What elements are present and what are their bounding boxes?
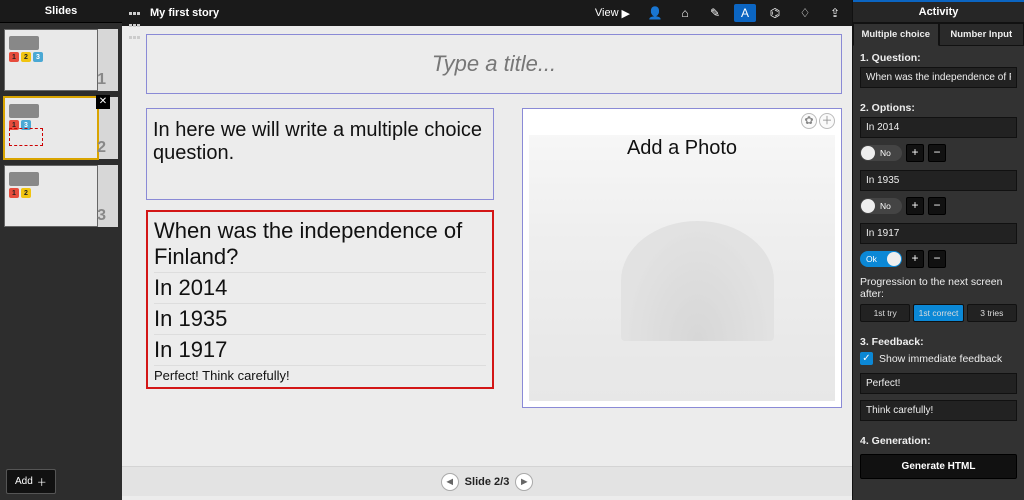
- slide-pager: ◄ Slide 2/3 ►: [122, 466, 852, 496]
- play-icon: ▶: [622, 7, 630, 20]
- tab-multiple-choice[interactable]: Multiple choice: [853, 23, 939, 46]
- feedback-negative-input[interactable]: [860, 400, 1017, 421]
- home-icon[interactable]: ⌂: [674, 6, 696, 20]
- quiz-option: In 2014: [154, 272, 486, 303]
- export-icon[interactable]: ⇪: [824, 6, 846, 20]
- close-icon[interactable]: ✕: [96, 95, 110, 109]
- photo-placeholder[interactable]: ✿ ＋ Add a Photo: [522, 108, 842, 408]
- view-button[interactable]: View ▶: [589, 5, 636, 22]
- quiz-option: In 1917: [154, 334, 486, 365]
- tab-number-input[interactable]: Number Input: [939, 23, 1024, 46]
- text-block[interactable]: In here we will write a multiple choice …: [146, 108, 494, 200]
- option-add-1[interactable]: +: [906, 144, 924, 162]
- prog-1st-try[interactable]: 1st try: [860, 304, 910, 322]
- option-add-2[interactable]: +: [906, 197, 924, 215]
- slides-header: Slides: [0, 0, 122, 23]
- slide-number: 1: [97, 71, 106, 89]
- question-label: 1. Question:: [860, 52, 1017, 64]
- slide-number: 2: [97, 139, 106, 157]
- feedback-positive-input[interactable]: [860, 373, 1017, 394]
- plus-icon: ＋: [37, 474, 47, 489]
- text-tool-icon[interactable]: A: [734, 4, 756, 22]
- quiz-feedback: Perfect! Think carefully!: [154, 365, 486, 385]
- progression-label: Progression to the next screen after:: [860, 276, 1017, 300]
- quiz-option: In 1935: [154, 303, 486, 334]
- option-toggle-3[interactable]: Ok: [860, 251, 902, 267]
- option-toggle-2[interactable]: No: [860, 198, 902, 214]
- quiz-question: When was the independence of Finland?: [154, 216, 486, 272]
- next-slide-button[interactable]: ►: [515, 473, 533, 491]
- options-label: 2. Options:: [860, 102, 1017, 114]
- generation-label: 4. Generation:: [860, 435, 1017, 447]
- generate-html-button[interactable]: Generate HTML: [860, 454, 1017, 479]
- option-remove-1[interactable]: −: [928, 144, 946, 162]
- slide-canvas: Type a title... In here we will write a …: [146, 34, 842, 408]
- slide-number: 3: [97, 207, 106, 225]
- feedback-label: 3. Feedback:: [860, 336, 1017, 348]
- option-input-2[interactable]: [860, 170, 1017, 191]
- quiz-block[interactable]: When was the independence of Finland? In…: [146, 210, 494, 389]
- photo-settings-icon[interactable]: ✿: [801, 113, 817, 129]
- slides-panel: Slides 123 1 ✕ 13 2 12 3 Add＋: [0, 0, 122, 500]
- activity-panel: Activity Multiple choice Number Input 1.…: [852, 0, 1024, 500]
- slide-thumb-2[interactable]: ✕ 13 2: [4, 97, 118, 159]
- option-remove-3[interactable]: −: [928, 250, 946, 268]
- title-input[interactable]: Type a title...: [146, 34, 842, 94]
- grid-icon[interactable]: [128, 6, 142, 20]
- prog-3-tries[interactable]: 3 tries: [967, 304, 1017, 322]
- question-input[interactable]: [860, 67, 1017, 88]
- option-input-3[interactable]: [860, 223, 1017, 244]
- option-toggle-1[interactable]: No: [860, 145, 902, 161]
- option-remove-2[interactable]: −: [928, 197, 946, 215]
- slide-thumb-1[interactable]: 123 1: [4, 29, 118, 91]
- user-icon[interactable]: 👤: [644, 6, 666, 20]
- photo-label: Add a Photo: [523, 137, 841, 160]
- option-add-3[interactable]: +: [906, 250, 924, 268]
- feedback-check-label: Show immediate feedback: [879, 353, 1002, 365]
- slide-thumb-3[interactable]: 12 3: [4, 165, 118, 227]
- activity-header: Activity: [853, 0, 1024, 23]
- prev-slide-button[interactable]: ◄: [441, 473, 459, 491]
- topbar: My first story View ▶ 👤 ⌂ ✎ A ⌬ ♢ ⇪: [122, 0, 852, 26]
- branch-icon[interactable]: ♢: [794, 6, 816, 20]
- pencil-icon[interactable]: ✎: [704, 6, 726, 20]
- slides-list: 123 1 ✕ 13 2 12 3: [0, 23, 122, 463]
- prog-1st-correct[interactable]: 1st correct: [913, 304, 963, 322]
- photo-add-icon[interactable]: ＋: [819, 113, 835, 129]
- add-slide-button[interactable]: Add＋: [6, 469, 56, 494]
- feedback-checkbox[interactable]: ✓: [860, 352, 873, 365]
- option-input-1[interactable]: [860, 117, 1017, 138]
- pager-label: Slide 2/3: [465, 476, 510, 488]
- link-icon[interactable]: ⌬: [764, 6, 786, 20]
- story-title: My first story: [150, 7, 219, 19]
- main-area: My first story View ▶ 👤 ⌂ ✎ A ⌬ ♢ ⇪ Type…: [122, 0, 852, 500]
